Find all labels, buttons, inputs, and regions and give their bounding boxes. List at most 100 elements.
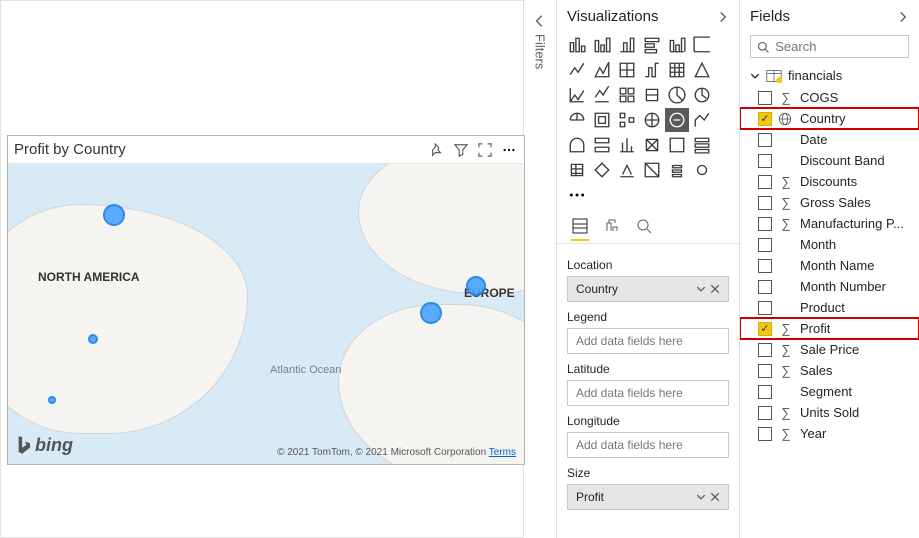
field-checkbox[interactable] [758,133,772,147]
field-row[interactable]: ∑Units Sold [740,402,919,423]
visual-card-map[interactable]: Profit by Country NORTH AMERICA EUROPE A… [7,135,525,465]
report-canvas[interactable]: Profit by Country NORTH AMERICA EUROPE A… [0,0,524,538]
fieldwell-slot[interactable]: Add data fields here [567,380,729,406]
field-checkbox[interactable] [758,154,772,168]
tab-fields[interactable] [571,217,589,241]
field-row[interactable]: ∑Sale Price [740,339,919,360]
field-row[interactable]: ✓Country [740,108,919,129]
viz-type-icon[interactable] [640,33,664,57]
search-input[interactable] [775,39,902,54]
viz-type-icon[interactable] [665,83,689,107]
viz-more-icon[interactable] [565,183,589,207]
field-row[interactable]: Month Name [740,255,919,276]
field-checkbox[interactable] [758,427,772,441]
viz-type-icon[interactable] [615,33,639,57]
map-bubble[interactable] [48,396,56,404]
viz-type-icon[interactable] [590,158,614,182]
tab-analytics[interactable] [635,217,653,241]
field-checkbox[interactable] [758,301,772,315]
viz-type-icon[interactable] [565,58,589,82]
fieldwell-slot[interactable]: Country [567,276,729,302]
fieldwell-slot[interactable]: Add data fields here [567,328,729,354]
field-row[interactable]: ∑Gross Sales [740,192,919,213]
field-checkbox[interactable]: ✓ [758,322,772,336]
viz-type-icon[interactable] [690,108,714,132]
pin-icon[interactable] [428,141,446,159]
field-row[interactable]: Product [740,297,919,318]
field-checkbox[interactable] [758,364,772,378]
field-row[interactable]: Month Number [740,276,919,297]
map-bubble[interactable] [103,204,125,226]
viz-type-icon[interactable] [690,133,714,157]
filters-pane-collapsed[interactable]: Filters [530,14,550,84]
terms-link[interactable]: Terms [489,447,516,458]
field-row[interactable]: ✓∑Profit [740,318,919,339]
viz-type-icon[interactable] [640,158,664,182]
viz-type-icon[interactable] [565,108,589,132]
fieldwell-slot[interactable]: Profit [567,484,729,510]
viz-type-icon[interactable] [590,133,614,157]
chevron-right-icon[interactable] [897,11,909,23]
viz-type-icon[interactable] [665,158,689,182]
viz-type-icon[interactable] [690,158,714,182]
field-checkbox[interactable] [758,385,772,399]
field-checkbox[interactable] [758,406,772,420]
viz-type-icon[interactable] [640,133,664,157]
field-checkbox[interactable] [758,259,772,273]
field-checkbox[interactable] [758,91,772,105]
viz-type-icon[interactable] [665,58,689,82]
viz-type-icon[interactable] [590,33,614,57]
more-icon[interactable] [500,141,518,159]
field-row[interactable]: ∑Manufacturing P... [740,213,919,234]
filter-icon[interactable] [452,141,470,159]
map-bubble[interactable] [420,302,442,324]
viz-type-icon[interactable] [690,83,714,107]
viz-type-icon[interactable] [690,58,714,82]
viz-type-icon[interactable] [565,158,589,182]
chevron-down-icon[interactable] [696,284,706,294]
field-row[interactable]: ∑COGS [740,87,919,108]
field-checkbox[interactable] [758,175,772,189]
viz-type-icon[interactable] [640,108,664,132]
field-checkbox[interactable] [758,238,772,252]
viz-type-icon[interactable] [565,133,589,157]
viz-type-icon[interactable] [565,83,589,107]
viz-type-icon[interactable] [640,58,664,82]
field-row[interactable]: Segment [740,381,919,402]
viz-type-icon[interactable] [665,133,689,157]
viz-type-icon[interactable] [665,33,689,57]
search-box[interactable] [750,35,909,58]
chevron-down-icon[interactable] [696,492,706,502]
field-row[interactable]: Date [740,129,919,150]
field-row[interactable]: Discount Band [740,150,919,171]
table-node[interactable]: financials [740,64,919,87]
focus-mode-icon[interactable] [476,141,494,159]
remove-icon[interactable] [710,284,720,294]
field-checkbox[interactable]: ✓ [758,112,772,126]
field-row[interactable]: ∑Discounts [740,171,919,192]
chevron-right-icon[interactable] [717,11,729,23]
field-checkbox[interactable] [758,217,772,231]
field-row[interactable]: ∑Year [740,423,919,444]
field-row[interactable]: Month [740,234,919,255]
viz-type-icon[interactable] [615,108,639,132]
viz-type-icon[interactable] [590,108,614,132]
viz-type-icon[interactable] [590,83,614,107]
viz-type-icon[interactable] [590,58,614,82]
viz-type-icon[interactable] [565,33,589,57]
remove-icon[interactable] [710,492,720,502]
field-checkbox[interactable] [758,280,772,294]
viz-type-icon[interactable] [640,83,664,107]
field-row[interactable]: ∑Sales [740,360,919,381]
viz-type-icon[interactable] [615,58,639,82]
viz-type-icon[interactable] [690,33,714,57]
map-bubble[interactable] [466,276,486,296]
viz-type-icon[interactable] [615,83,639,107]
fieldwell-slot[interactable]: Add data fields here [567,432,729,458]
tab-format[interactable] [603,217,621,241]
viz-type-icon[interactable] [665,108,689,132]
map-bubble[interactable] [88,334,98,344]
field-checkbox[interactable] [758,196,772,210]
viz-type-icon[interactable] [615,133,639,157]
field-checkbox[interactable] [758,343,772,357]
